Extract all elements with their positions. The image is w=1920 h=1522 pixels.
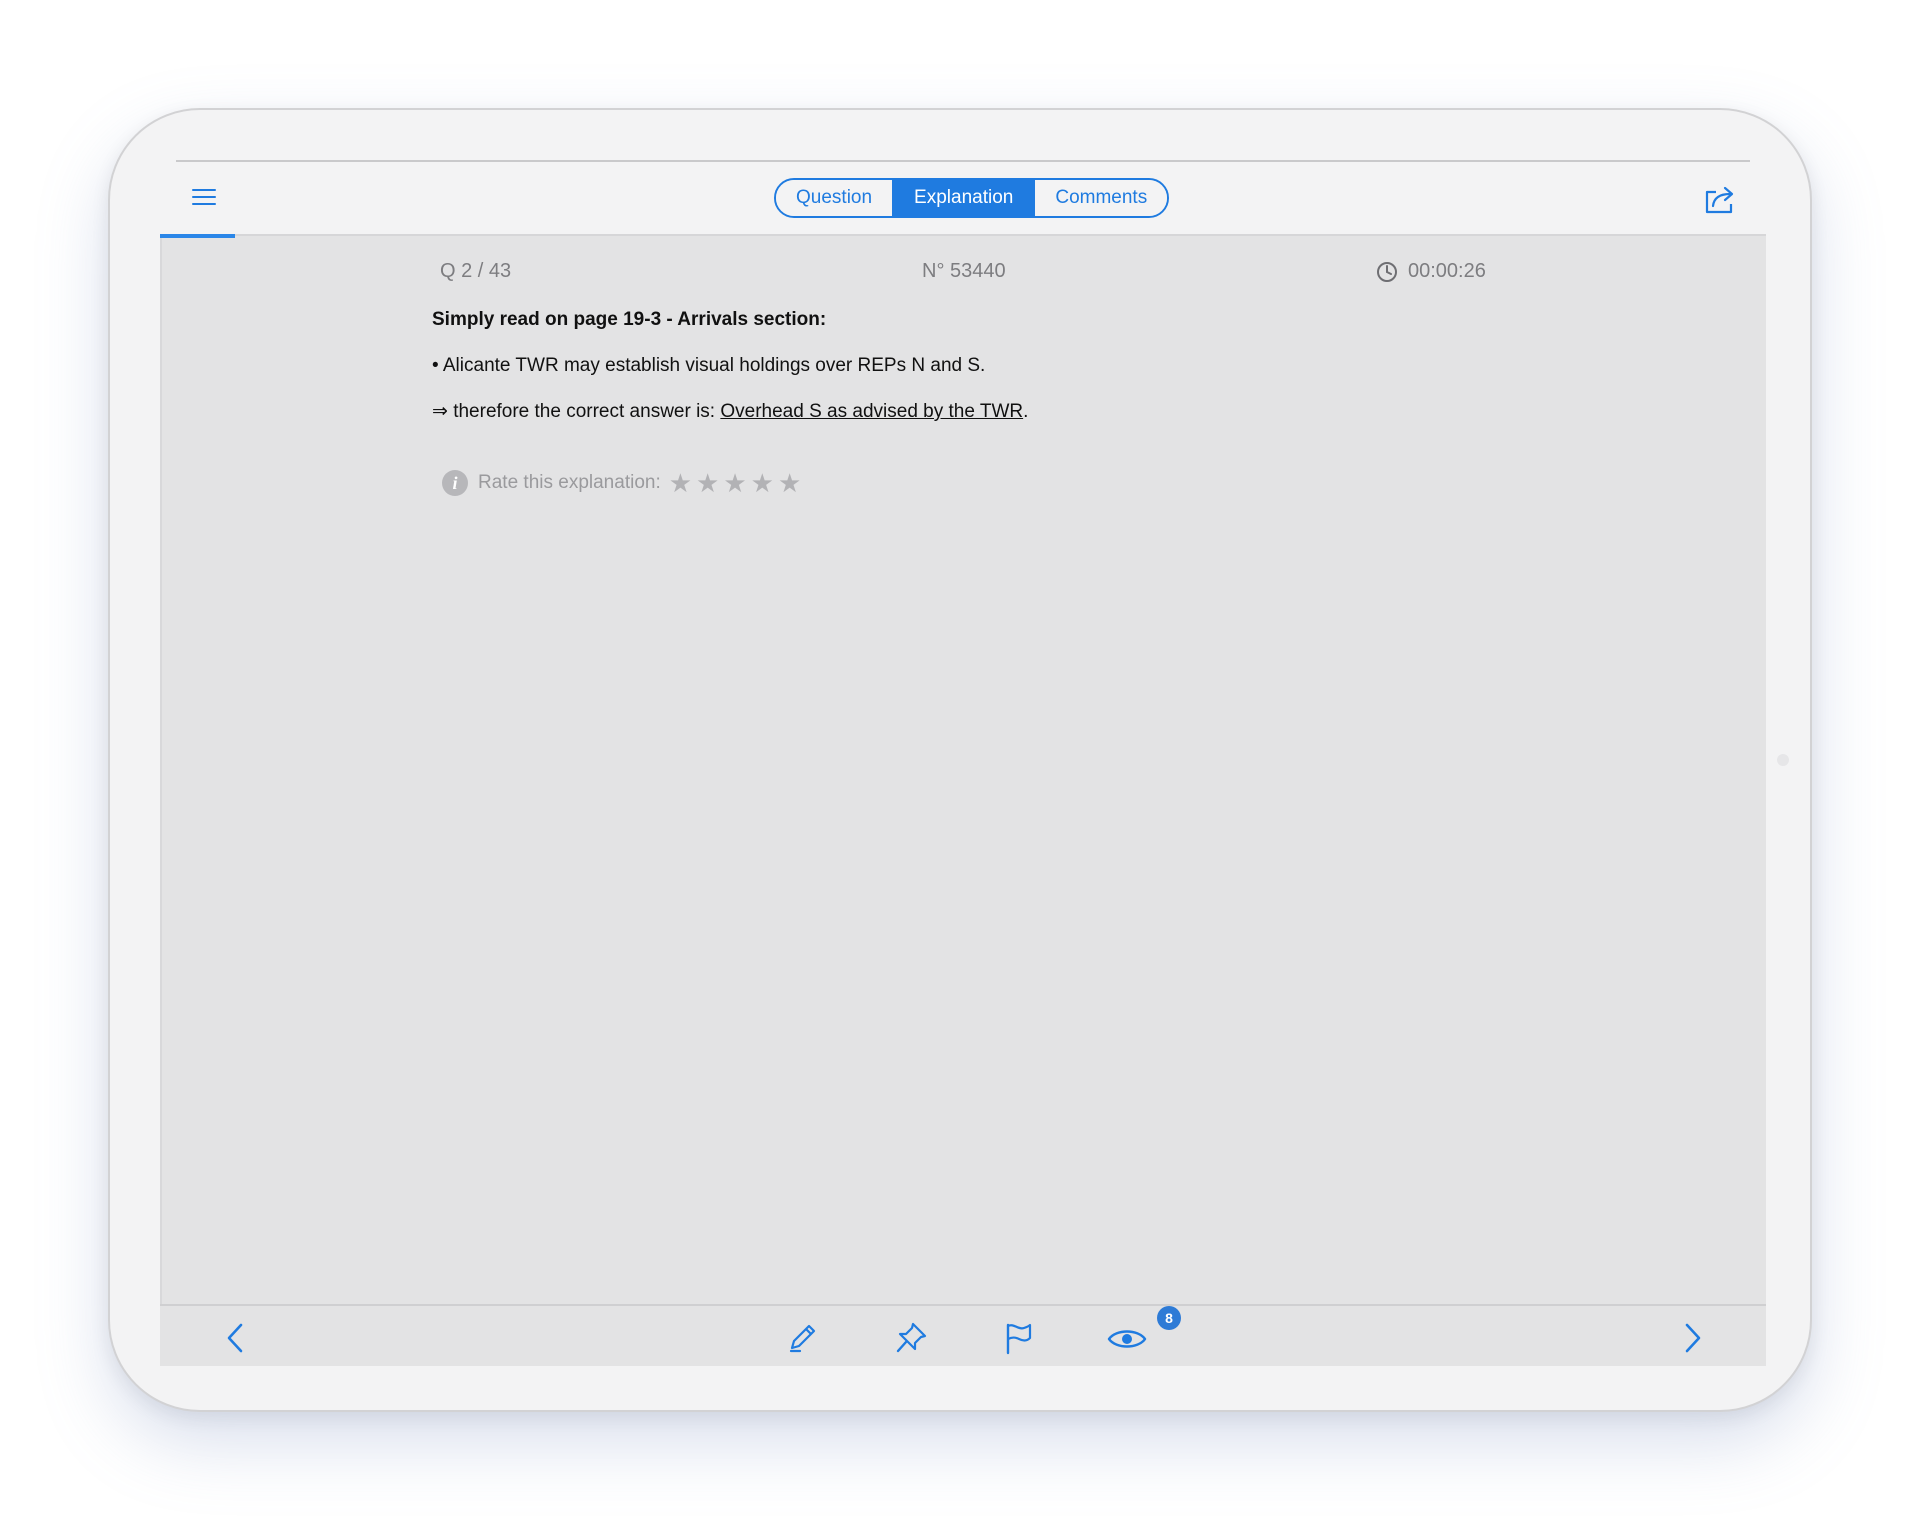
- app-screen: Question Explanation Comments Q 2 / 43 N…: [160, 160, 1766, 1366]
- share-icon[interactable]: [1702, 182, 1738, 216]
- pin-icon[interactable]: [893, 1320, 929, 1356]
- tab-question[interactable]: Question: [776, 180, 893, 216]
- eye-icon[interactable]: [1106, 1320, 1148, 1356]
- explanation-heading: Simply read on page 19-3 - Arrivals sect…: [432, 309, 827, 330]
- question-id: N° 53440: [922, 260, 1006, 282]
- view-segmented-control: Question Explanation Comments: [774, 178, 1170, 218]
- flag-icon[interactable]: [1000, 1320, 1036, 1356]
- question-counter: Q 2 / 43: [440, 260, 512, 282]
- rating-label: Rate this explanation:: [478, 472, 661, 493]
- conclusion-prefix: ⇒ therefore the correct answer is:: [432, 401, 721, 422]
- conclusion-suffix: .: [1023, 401, 1029, 422]
- explanation-conclusion: ⇒ therefore the correct answer is: Overh…: [432, 400, 1532, 424]
- pencil-icon[interactable]: [784, 1320, 820, 1356]
- status-divider: [176, 160, 1750, 162]
- star-1[interactable]: ★: [669, 470, 692, 496]
- star-5[interactable]: ★: [778, 470, 801, 496]
- device-side-dot: [1777, 754, 1789, 766]
- elapsed-timer: 00:00:26: [1376, 260, 1486, 283]
- views-count-badge: 8: [1157, 1306, 1181, 1330]
- star-3[interactable]: ★: [723, 470, 746, 496]
- explanation-body: Simply read on page 19-3 - Arrivals sect…: [432, 308, 1532, 446]
- hamburger-menu-icon[interactable]: [192, 186, 216, 210]
- timer-value: 00:00:26: [1408, 260, 1486, 282]
- explanation-bullet: • Alicante TWR may establish visual hold…: [432, 355, 986, 376]
- star-4[interactable]: ★: [751, 470, 774, 496]
- chevron-right-icon[interactable]: [1674, 1320, 1710, 1356]
- screen-edge: [160, 160, 162, 1366]
- answer-link[interactable]: Overhead S as advised by the TWR: [720, 401, 1023, 422]
- bottom-toolbar: 8: [160, 1304, 1766, 1366]
- question-progress-bar: [160, 234, 235, 238]
- star-2[interactable]: ★: [696, 470, 719, 496]
- top-navigation-bar: Question Explanation Comments: [160, 160, 1766, 236]
- rating-stars: ★ ★ ★ ★ ★: [669, 470, 802, 496]
- tab-explanation[interactable]: Explanation: [892, 180, 1034, 216]
- clock-icon: [1377, 261, 1397, 282]
- rating-row: i Rate this explanation: ★ ★ ★ ★ ★: [442, 470, 801, 496]
- info-icon[interactable]: i: [442, 470, 468, 496]
- tab-comments[interactable]: Comments: [1033, 180, 1168, 216]
- chevron-left-icon[interactable]: [218, 1320, 254, 1356]
